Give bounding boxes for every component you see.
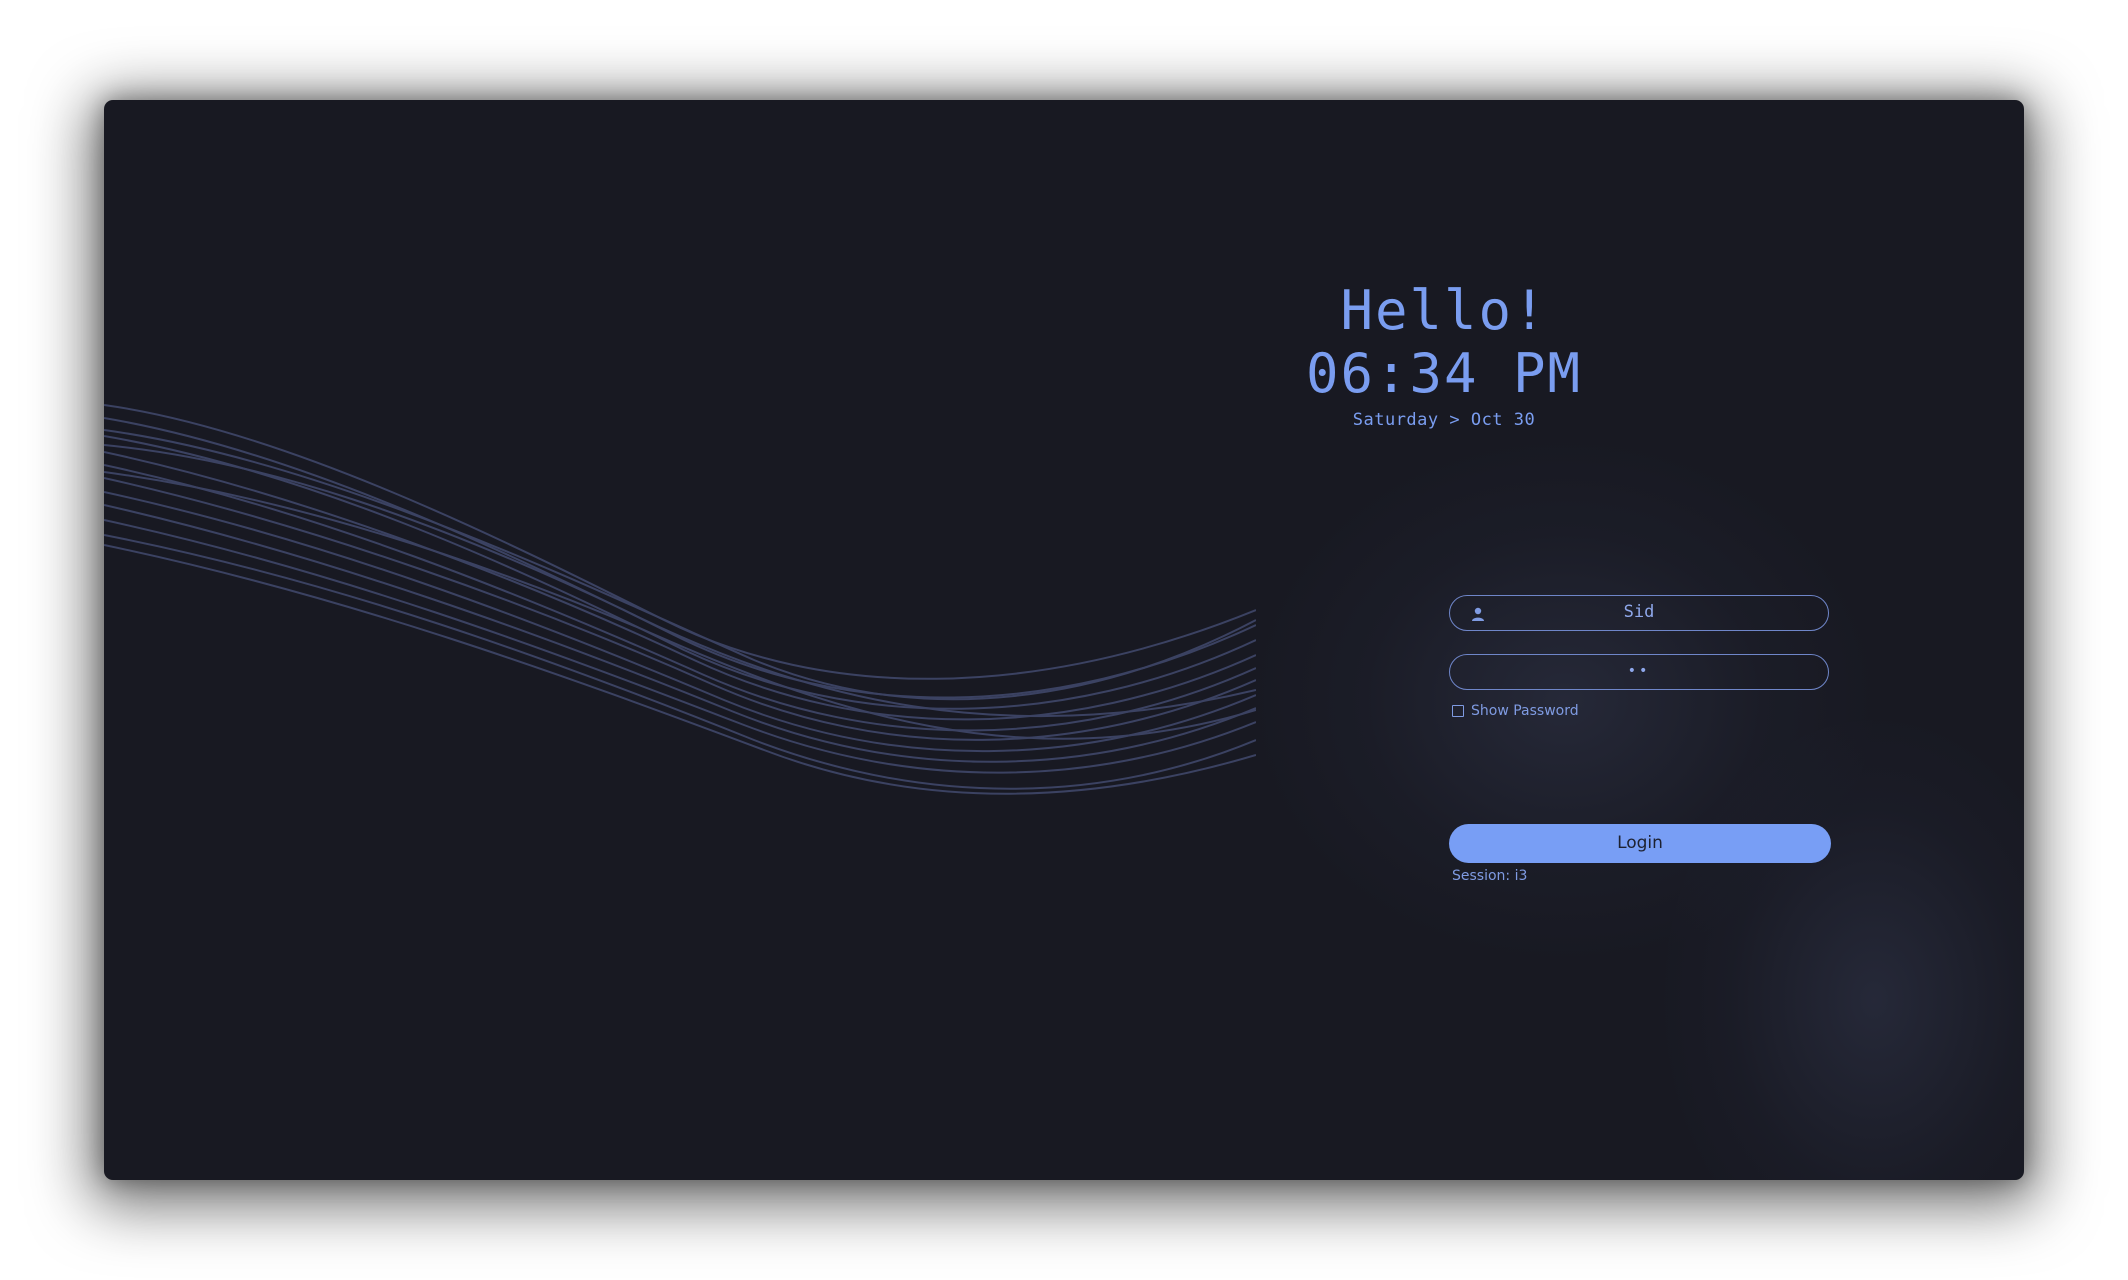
wave-line xyxy=(104,429,1256,701)
clock-date: Saturday > Oct 30 xyxy=(1352,410,1536,430)
show-password-label: Show Password xyxy=(1471,703,1579,719)
greeting-text: Hello! xyxy=(1340,279,1548,342)
wave-line xyxy=(104,504,1256,763)
show-password-checkbox[interactable] xyxy=(1452,705,1464,717)
greeting-block: Hello! 06:34 PM Saturday > Oct 30 xyxy=(1144,280,1744,432)
wave-line xyxy=(104,491,1256,753)
login-screen: Hello! 06:34 PM Saturday > Oct 30 Sid ••… xyxy=(104,100,2024,1180)
username-value: Sid xyxy=(1623,602,1655,622)
wave-lines-decoration xyxy=(104,404,1256,795)
wave-line xyxy=(104,444,1256,718)
password-mask: •• xyxy=(1627,663,1651,679)
session-label[interactable]: Session: i3 xyxy=(1452,868,1527,884)
user-icon xyxy=(1472,607,1484,621)
clock-time: 06:34 PM xyxy=(1305,342,1583,405)
password-field[interactable]: •• xyxy=(1449,654,1829,690)
login-button[interactable]: Login xyxy=(1449,824,1831,863)
show-password-toggle[interactable]: Show Password xyxy=(1452,703,1579,719)
background-glow xyxy=(1254,440,1874,960)
background-glow xyxy=(1664,720,2024,1180)
wave-line xyxy=(104,417,1256,699)
wave-line xyxy=(104,471,1256,740)
username-field[interactable]: Sid xyxy=(1449,595,1829,631)
